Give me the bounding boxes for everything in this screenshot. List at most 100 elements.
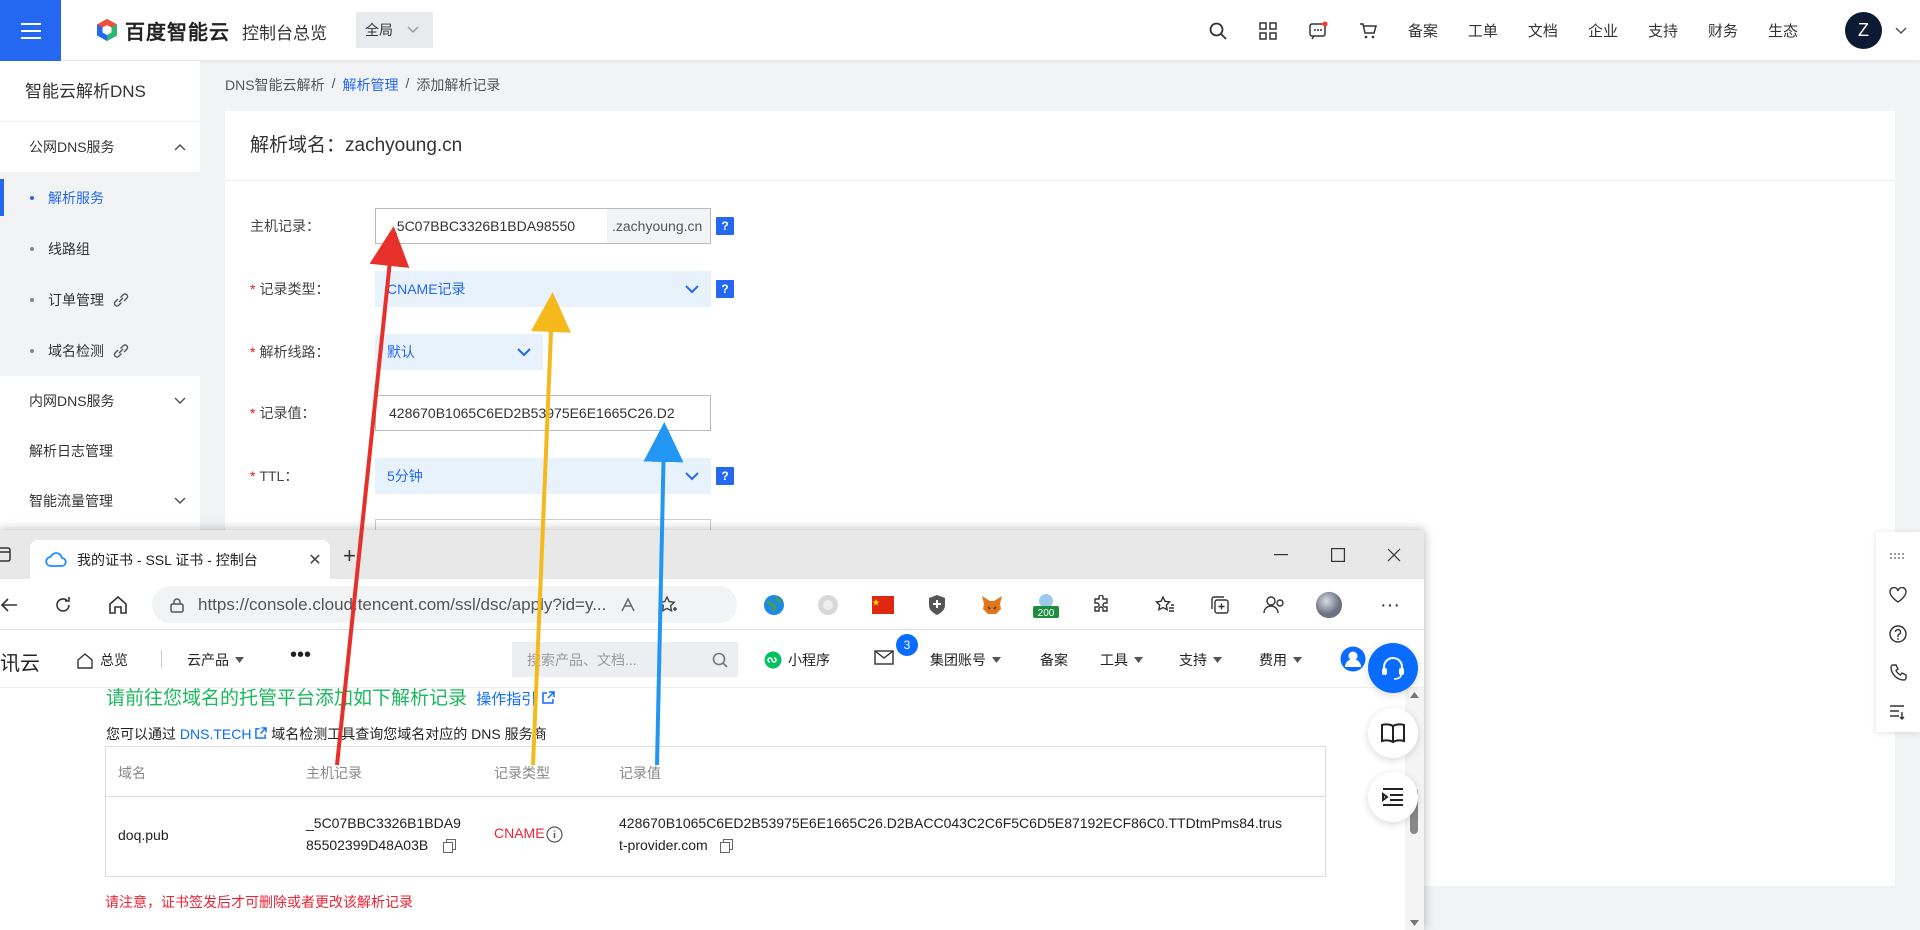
- sidebar-item-log[interactable]: 解析日志管理: [0, 426, 200, 476]
- menu-button[interactable]: [0, 0, 61, 61]
- brand-logo[interactable]: 百度智能云: [95, 15, 230, 45]
- sidebar-item-domain-check[interactable]: 域名检测: [0, 325, 200, 376]
- user-icon[interactable]: [1340, 646, 1366, 672]
- record-type-select[interactable]: CNAME记录: [375, 271, 711, 307]
- avatar[interactable]: Z: [1845, 12, 1882, 49]
- drag-handle-icon[interactable]: [1876, 536, 1920, 575]
- help-icon[interactable]: ?: [716, 217, 734, 235]
- scroll-up-icon[interactable]: [1410, 692, 1419, 698]
- window-close-icon[interactable]: [1366, 530, 1422, 579]
- extension-fox-icon[interactable]: [978, 591, 1006, 619]
- url-bar[interactable]: https://console.cloud.tencent.com/ssl/ds…: [152, 586, 737, 623]
- browser-tab[interactable]: 我的证书 - SSL 证书 - 控制台 ✕: [30, 540, 330, 579]
- nav-overview[interactable]: 总览: [76, 650, 128, 670]
- nav-docs[interactable]: 文档: [1513, 20, 1573, 41]
- cart-icon[interactable]: [1343, 0, 1393, 61]
- add-favorite-icon[interactable]: [658, 594, 678, 615]
- record-value-input[interactable]: 428670B1065C6ED2B53975E6E1665C26.D2: [375, 395, 711, 431]
- sidebar-item-line-group[interactable]: 线路组: [0, 223, 200, 274]
- extension-counter-icon[interactable]: 200: [1032, 591, 1060, 619]
- breadcrumb-manage[interactable]: 解析管理: [342, 75, 398, 95]
- read-aloud-icon[interactable]: [620, 596, 638, 613]
- nav-products[interactable]: 云产品: [187, 650, 244, 670]
- sidebar-item-orders[interactable]: 订单管理: [0, 274, 200, 325]
- extension-globe-icon[interactable]: [760, 591, 788, 619]
- cell-value-line2: t-provider.com: [619, 837, 708, 853]
- host-record-field[interactable]: _5C07BBC3326B1BDA98550 .zachyoung.cn: [375, 208, 711, 244]
- external-link-icon[interactable]: [541, 691, 555, 704]
- search-icon[interactable]: [712, 652, 728, 668]
- sidebar-group-traffic[interactable]: 智能流量管理: [0, 476, 200, 526]
- phone-icon[interactable]: [1876, 654, 1920, 693]
- copy-icon[interactable]: [443, 839, 456, 856]
- docs-button[interactable]: [1368, 708, 1418, 758]
- extension-shield-icon[interactable]: [923, 591, 951, 619]
- tencent-brand[interactable]: 讯云: [0, 647, 40, 676]
- outline-button[interactable]: [1368, 772, 1418, 822]
- favorite-icon[interactable]: [1876, 575, 1920, 614]
- nav-support[interactable]: 支持: [1633, 20, 1693, 41]
- column-header: 主机记录: [306, 765, 362, 781]
- extensions-puzzle-icon[interactable]: [1087, 591, 1115, 619]
- external-link-icon[interactable]: [255, 727, 268, 739]
- help-icon[interactable]: ?: [716, 280, 734, 298]
- nav-ticket[interactable]: 工单: [1453, 20, 1513, 41]
- refresh-icon[interactable]: [40, 579, 86, 630]
- collections-icon[interactable]: [1206, 591, 1234, 619]
- favorites-icon[interactable]: [1151, 591, 1179, 619]
- copy-icon[interactable]: [720, 839, 733, 856]
- help-icon[interactable]: ?: [716, 467, 734, 485]
- tab-actions-icon[interactable]: [0, 547, 12, 566]
- minimize-icon[interactable]: [1253, 530, 1309, 579]
- nav-tools[interactable]: 工具: [1100, 650, 1143, 670]
- nav-support-tc[interactable]: 支持: [1179, 650, 1222, 670]
- apps-grid-icon[interactable]: [1243, 0, 1293, 61]
- extension-flag-icon[interactable]: [869, 591, 897, 619]
- maximize-icon[interactable]: [1310, 530, 1366, 579]
- search-icon[interactable]: [1193, 0, 1243, 61]
- ttl-select[interactable]: 5分钟: [375, 458, 711, 494]
- message-icon[interactable]: [1293, 0, 1343, 61]
- list-icon[interactable]: [1876, 693, 1920, 732]
- mail-icon[interactable]: [874, 650, 894, 665]
- caret-down-icon: [992, 657, 1001, 663]
- nav-mini-program[interactable]: 小程序: [764, 650, 830, 670]
- resolve-line-select[interactable]: 默认: [375, 334, 543, 370]
- user-avatar-icon[interactable]: [1315, 591, 1343, 619]
- breadcrumb-root[interactable]: DNS智能云解析: [225, 75, 325, 95]
- nav-finance[interactable]: 财务: [1693, 20, 1753, 41]
- back-icon[interactable]: [0, 579, 32, 630]
- nav-ecosystem[interactable]: 生态: [1753, 20, 1813, 41]
- close-icon[interactable]: ✕: [300, 550, 330, 570]
- nav-beian-tc[interactable]: 备案: [1040, 650, 1068, 670]
- nav-products-label: 云产品: [187, 652, 229, 668]
- dns-tech-link[interactable]: DNS.TECH: [180, 726, 252, 742]
- home-icon[interactable]: [95, 579, 141, 630]
- nav-beian[interactable]: 备案: [1393, 20, 1453, 41]
- console-overview-link[interactable]: 控制台总览: [242, 19, 327, 44]
- indent-list-icon: [1382, 788, 1403, 806]
- record-value-row: * 记录值： 428670B1065C6ED2B53975E6E1665C26.D…: [250, 395, 711, 431]
- guide-link[interactable]: 操作指引: [476, 691, 536, 708]
- help-circle-icon[interactable]: [1876, 614, 1920, 653]
- sidebar-group-private-dns[interactable]: 内网DNS服务: [0, 376, 200, 426]
- more-options-icon[interactable]: ···: [1376, 591, 1404, 619]
- resolve-line-row: * 解析线路： 默认: [250, 334, 543, 370]
- nav-enterprise[interactable]: 企业: [1573, 20, 1633, 41]
- customer-service-button[interactable]: [1368, 643, 1418, 693]
- chevron-down-icon[interactable]: [1882, 26, 1920, 35]
- more-icon[interactable]: •••: [290, 644, 311, 667]
- extension-grey-icon[interactable]: [814, 591, 842, 619]
- host-record-input[interactable]: _5C07BBC3326B1BDA98550: [376, 218, 607, 234]
- nav-group-account[interactable]: 集团账号: [930, 650, 1001, 670]
- scroll-down-icon[interactable]: [1410, 920, 1419, 926]
- region-select[interactable]: 全局: [356, 12, 433, 48]
- sidebar-item-resolve[interactable]: 解析服务: [0, 172, 200, 223]
- console-search-input[interactable]: 搜索产品、文档...: [512, 642, 738, 677]
- profile-switch-icon[interactable]: [1260, 591, 1288, 619]
- new-tab-icon[interactable]: +: [343, 543, 356, 569]
- info-icon[interactable]: [546, 826, 563, 846]
- sidebar-group-public-dns[interactable]: 公网DNS服务: [0, 122, 200, 172]
- nav-fee[interactable]: 费用: [1259, 650, 1302, 670]
- cloud-icon: [45, 551, 67, 567]
